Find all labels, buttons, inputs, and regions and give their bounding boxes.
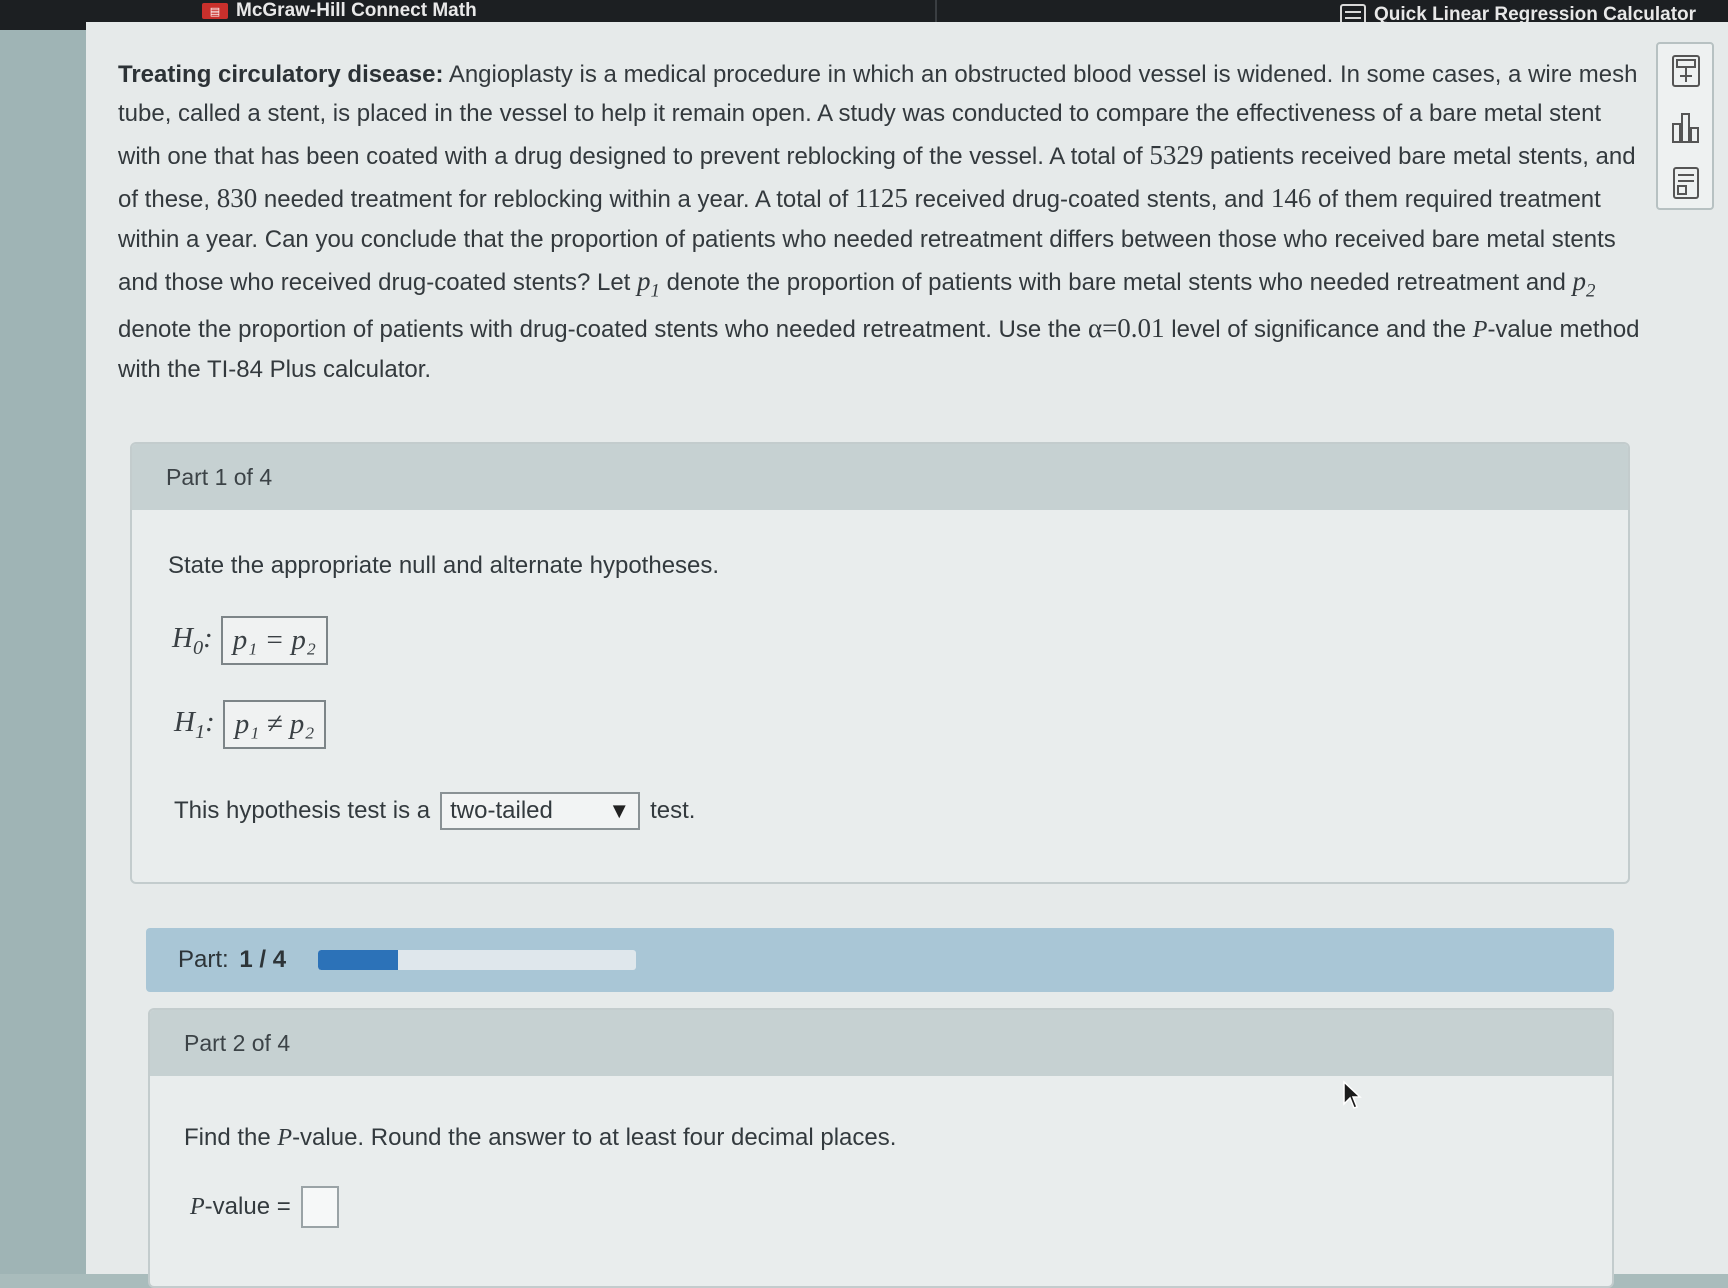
problem-n2: 1125 <box>854 183 908 214</box>
left-background-band <box>0 30 86 1274</box>
data-table-icon[interactable] <box>1670 166 1702 200</box>
problem-text-4: received drug-coated stents, and <box>907 186 1271 214</box>
progress-bar-fill <box>318 950 398 970</box>
p-word: P <box>1472 317 1488 344</box>
problem-text-6: denote the proportion of patients with b… <box>659 269 1573 297</box>
part-2-header: Part 2 of 4 <box>150 1010 1612 1076</box>
mouse-cursor-icon <box>1343 1080 1362 1109</box>
bar-chart-icon[interactable] <box>1670 110 1702 144</box>
p1-symbol: p1 <box>637 266 660 302</box>
app-title-area: ▤ McGraw-Hill Connect Math <box>202 0 477 22</box>
test-type-row: This hypothesis test is a two-tailed ▼ t… <box>174 792 695 830</box>
progress-label: Part: 1 / 4 <box>178 946 287 973</box>
tools-sidebar <box>1656 42 1714 210</box>
progress-bar <box>318 950 637 970</box>
alpha-value: α=0.01 <box>1087 313 1165 344</box>
problem-statement: Treating circulatory disease: Angioplast… <box>118 56 1648 390</box>
dropdown-caret-icon: ▼ <box>608 798 631 823</box>
test-type-prefix: This hypothesis test is a <box>174 797 431 824</box>
p2-symbol: p2 <box>1572 266 1596 302</box>
alternate-hypothesis-answer[interactable]: p₁ ≠ p₂ <box>222 700 327 749</box>
problem-text-3: needed treatment for reblocking within a… <box>257 186 855 214</box>
part-2-card: Part 2 of 4 Find the P-value. Round the … <box>148 1008 1614 1288</box>
alternate-hypothesis-row: H1: p₁ ≠ p₂ <box>174 700 327 749</box>
part-1-header: Part 1 of 4 <box>132 444 1628 510</box>
p-value-label: P-value = <box>190 1193 291 1220</box>
app-title: McGraw-Hill Connect Math <box>236 0 477 21</box>
calculator-icon[interactable] <box>1670 54 1702 88</box>
p-value-row: P-value = <box>190 1186 339 1228</box>
mcgraw-hill-logo-icon: ▤ <box>202 3 228 19</box>
null-hypothesis-row: H0: p₁ = p₂ <box>172 616 328 665</box>
part-1-prompt: State the appropriate null and alternate… <box>168 552 720 579</box>
problem-lead: Treating circulatory disease: <box>118 61 444 88</box>
progress-band: Part: 1 / 4 <box>146 928 1614 992</box>
test-type-selected: two-tailed <box>450 797 553 824</box>
problem-x2: 146 <box>1270 183 1312 214</box>
part-1-card: Part 1 of 4 State the appropriate null a… <box>130 442 1630 884</box>
test-type-select[interactable]: two-tailed ▼ <box>440 792 641 830</box>
problem-x1: 830 <box>216 183 258 214</box>
h0-label: H0: <box>172 621 213 659</box>
problem-n1: 5329 <box>1149 139 1204 170</box>
test-type-suffix: test. <box>650 797 696 824</box>
null-hypothesis-answer[interactable]: p₁ = p₂ <box>220 616 328 665</box>
problem-text-8: level of significance and the <box>1164 316 1473 344</box>
problem-text-7: denote the proportion of patients with d… <box>118 316 1088 344</box>
h1-label: H1: <box>174 705 215 743</box>
p-value-input[interactable] <box>300 1186 339 1228</box>
part-2-prompt: Find the P-value. Round the answer to at… <box>184 1124 897 1151</box>
